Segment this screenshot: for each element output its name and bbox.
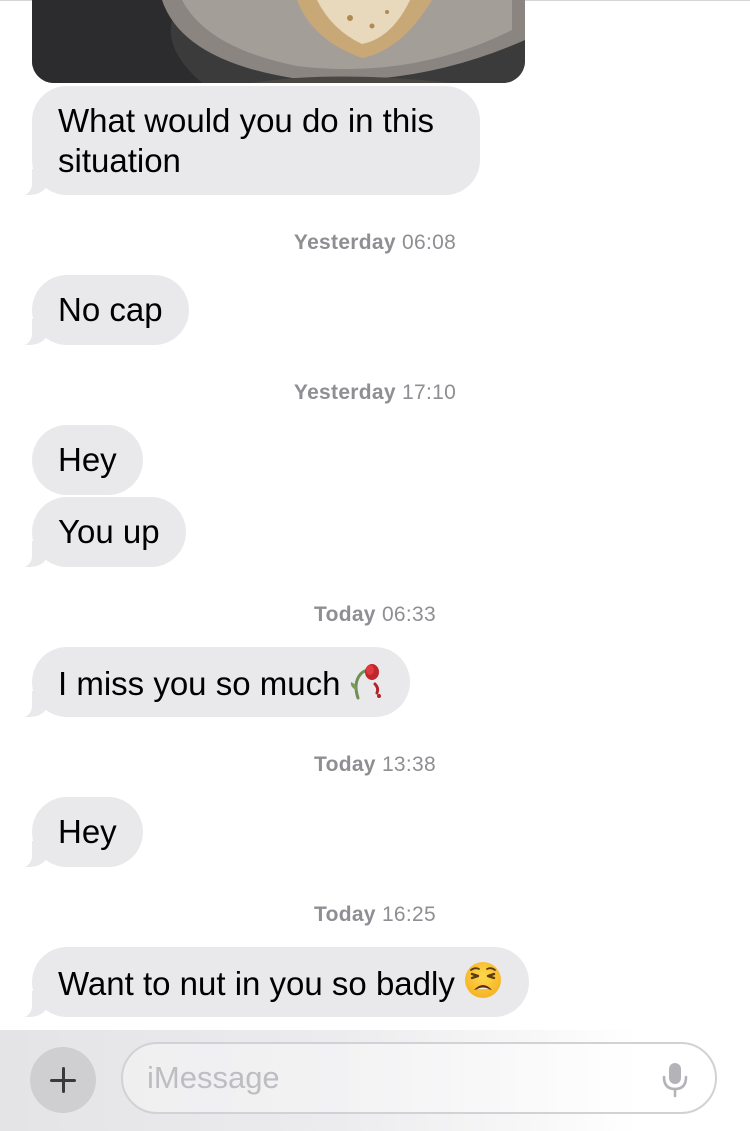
- message-text: What would you do in this situation: [58, 102, 435, 179]
- message-bubble[interactable]: Hey: [32, 425, 143, 495]
- timestamp: Today 16:25: [0, 903, 750, 927]
- timestamp-time: 16:25: [381, 903, 436, 926]
- timestamp-time: 13:38: [381, 753, 436, 776]
- message-text: You up: [58, 513, 160, 550]
- message-bubble[interactable]: No cap: [10, 275, 189, 346]
- message-text: Want to nut in you so badly: [58, 965, 455, 1003]
- message-bubble[interactable]: Hey: [10, 797, 143, 868]
- timestamp: Today 13:38: [0, 753, 750, 777]
- timestamp-day: Today: [314, 603, 376, 626]
- timestamp-day: Today: [314, 903, 376, 926]
- message-bubble[interactable]: Want to nut in you so badly: [10, 947, 529, 1018]
- timestamp-time: 06:08: [402, 231, 457, 254]
- timestamp-day: Yesterday: [293, 231, 396, 254]
- message-bubble[interactable]: You up: [10, 497, 186, 568]
- wilted-flower-icon: [348, 660, 384, 709]
- timestamp: Yesterday 06:08: [0, 231, 750, 255]
- plus-icon[interactable]: [30, 1047, 96, 1113]
- message-input[interactable]: [147, 1056, 627, 1100]
- timestamp-day: Today: [314, 753, 376, 776]
- timestamp-time: 17:10: [402, 381, 457, 404]
- message-bubble[interactable]: I miss you so much: [9, 647, 411, 718]
- message-text: Hey: [58, 813, 117, 850]
- message-text: Hey: [58, 441, 117, 478]
- timestamp: Today 06:33: [0, 603, 750, 627]
- photo-attachment[interactable]: [32, 0, 525, 83]
- message-text: I miss you so much: [58, 665, 341, 703]
- timestamp-time: 06:33: [381, 603, 436, 626]
- microphone-icon[interactable]: [661, 1062, 689, 1098]
- composer-bar: [0, 1030, 750, 1131]
- message-bubble[interactable]: What would you do in this situation: [10, 86, 480, 196]
- message-field[interactable]: [121, 1042, 717, 1114]
- photo-image: [32, 0, 525, 83]
- weary-face-icon: [463, 960, 503, 1009]
- message-text: No cap: [58, 291, 163, 328]
- timestamp: Yesterday 17:10: [0, 381, 750, 405]
- timestamp-day: Yesterday: [293, 381, 396, 404]
